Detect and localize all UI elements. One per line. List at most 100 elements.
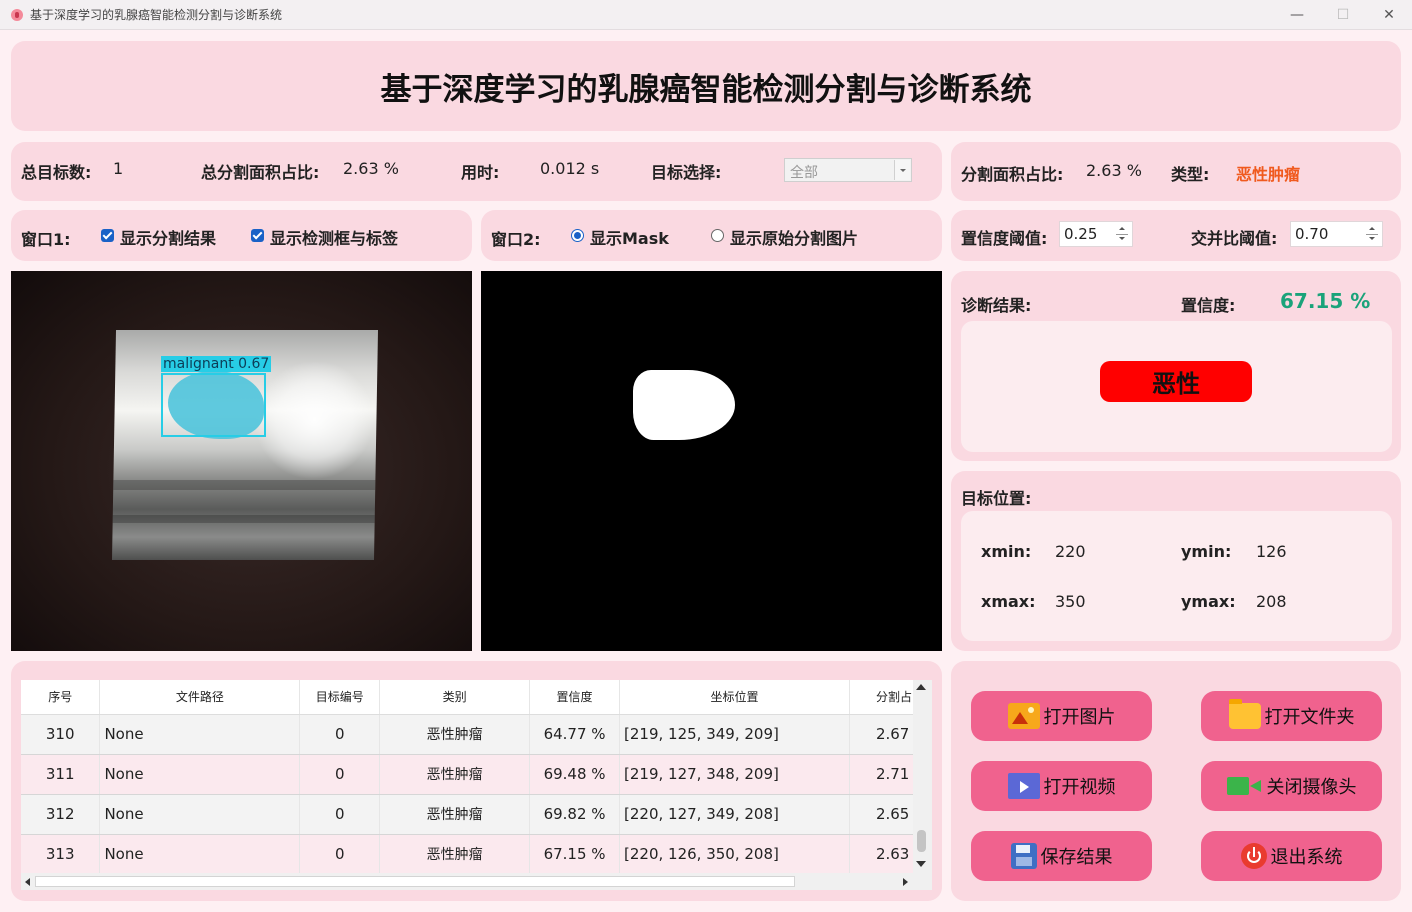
xmax-label: xmax:: [981, 592, 1036, 611]
seg-area-label: 分割面积占比:: [961, 165, 1064, 184]
cell-coords: [219, 127, 348, 209]: [619, 754, 850, 795]
scroll-down-icon[interactable]: [916, 861, 926, 867]
exit-button[interactable]: 退出系统: [1201, 831, 1382, 881]
cell-coords: [220, 127, 349, 208]: [619, 794, 850, 835]
mask-image-view: [481, 271, 942, 651]
open-folder-button[interactable]: 打开文件夹: [1201, 691, 1382, 741]
cell-confidence: 64.77 %: [529, 714, 621, 755]
scroll-thumb[interactable]: [917, 830, 926, 852]
table-vertical-scrollbar[interactable]: [913, 680, 932, 873]
scroll-up-icon[interactable]: [916, 684, 926, 690]
col-index[interactable]: 序号: [21, 680, 101, 715]
total-area-value: 2.63 %: [343, 159, 399, 178]
position-box: [961, 511, 1392, 641]
window-titlebar: 基于深度学习的乳腺癌智能检测分割与诊断系统 — ☐ ✕: [0, 0, 1412, 30]
seg-area-value: 2.63 %: [1086, 161, 1142, 180]
col-confidence[interactable]: 置信度: [529, 680, 621, 715]
save-results-button[interactable]: 保存结果: [971, 831, 1152, 881]
spin-arrows-icon[interactable]: [1364, 224, 1380, 244]
ymin-label: ymin:: [1181, 542, 1232, 561]
cell-target-id: 0: [299, 754, 381, 795]
save-results-label: 保存结果: [1040, 847, 1113, 868]
window1-label: 窗口1:: [21, 230, 71, 249]
table-header-row: 序号 文件路径 目标编号 类别 置信度 坐标位置 分割占比: [21, 680, 932, 715]
time-label: 用时:: [461, 163, 500, 182]
conf-threshold-spinbox[interactable]: 0.25: [1059, 221, 1133, 247]
cell-index: 313: [21, 834, 101, 875]
maximize-button[interactable]: ☐: [1320, 0, 1366, 30]
cell-target-id: 0: [299, 714, 381, 755]
ymax-label: ymax:: [1181, 592, 1236, 611]
show-original-radio[interactable]: [711, 229, 724, 242]
scroll-left-icon[interactable]: [25, 878, 30, 886]
total-targets-label: 总目标数:: [21, 163, 92, 182]
close-camera-button[interactable]: 关闭摄像头: [1201, 761, 1382, 811]
scroll-right-icon[interactable]: [903, 878, 908, 886]
close-camera-label: 关闭摄像头: [1266, 777, 1357, 798]
table-row[interactable]: 312 None 0 恶性肿瘤 69.82 % [220, 127, 349, …: [21, 794, 932, 835]
folder-icon: [1228, 699, 1261, 729]
image-icon: [1007, 703, 1040, 729]
cell-path: None: [99, 714, 301, 755]
iou-threshold-value: 0.70: [1295, 225, 1329, 243]
detection-image-view: malignant 0.67: [11, 271, 472, 651]
cell-path: None: [99, 834, 301, 875]
table-row[interactable]: 313 None 0 恶性肿瘤 67.15 % [220, 126, 350, …: [21, 834, 932, 875]
cell-confidence: 67.15 %: [529, 834, 621, 875]
total-area-label: 总分割面积占比:: [201, 163, 320, 182]
window2-label: 窗口2:: [491, 230, 541, 249]
cell-target-id: 0: [299, 834, 381, 875]
results-table[interactable]: 序号 文件路径 目标编号 类别 置信度 坐标位置 分割占比 310 None 0…: [21, 680, 932, 890]
power-icon: [1240, 843, 1267, 869]
cell-index: 310: [21, 714, 101, 755]
diagnosis-label: 诊断结果:: [961, 296, 1032, 315]
table-horizontal-scrollbar[interactable]: [21, 873, 932, 890]
target-select-label: 目标选择:: [651, 163, 722, 182]
detection-box: [161, 373, 266, 437]
page-title: 基于深度学习的乳腺癌智能检测分割与诊断系统: [11, 41, 1401, 131]
window1-options-panel: [11, 210, 472, 261]
show-original-label[interactable]: 显示原始分割图片: [730, 225, 858, 249]
show-seg-label[interactable]: 显示分割结果: [120, 225, 216, 249]
open-image-button[interactable]: 打开图片: [971, 691, 1152, 741]
scroll-thumb[interactable]: [35, 876, 795, 887]
table-row[interactable]: 311 None 0 恶性肿瘤 69.48 % [219, 127, 348, …: [21, 754, 932, 795]
show-mask-label[interactable]: 显示Mask: [590, 225, 669, 249]
open-folder-label: 打开文件夹: [1264, 707, 1355, 728]
diagnosis-result-badge: 恶性: [1100, 361, 1252, 402]
cell-path: None: [99, 754, 301, 795]
ymin-value: 126: [1256, 542, 1287, 561]
xmax-value: 350: [1055, 592, 1086, 611]
col-class[interactable]: 类别: [379, 680, 531, 715]
show-box-label[interactable]: 显示检测框与标签: [270, 225, 398, 249]
cell-confidence: 69.82 %: [529, 794, 621, 835]
diagnosis-conf-label: 置信度:: [1181, 296, 1236, 315]
exit-label: 退出系统: [1270, 847, 1343, 868]
show-box-checkbox[interactable]: [251, 229, 264, 242]
open-video-button[interactable]: 打开视频: [971, 761, 1152, 811]
detection-label: malignant 0.67: [161, 356, 272, 372]
target-select[interactable]: 全部: [784, 158, 912, 182]
cell-coords: [219, 125, 349, 209]: [619, 714, 850, 755]
open-video-label: 打开视频: [1043, 777, 1116, 798]
col-path[interactable]: 文件路径: [99, 680, 301, 715]
cell-class: 恶性肿瘤: [379, 794, 531, 835]
iou-threshold-spinbox[interactable]: 0.70: [1290, 221, 1383, 247]
show-seg-checkbox[interactable]: [101, 229, 114, 242]
conf-threshold-label: 置信度阈值:: [961, 229, 1048, 248]
cell-class: 恶性肿瘤: [379, 714, 531, 755]
chevron-down-icon[interactable]: [894, 160, 910, 180]
diagnosis-conf-value: 67.15 %: [1280, 289, 1371, 313]
col-coords[interactable]: 坐标位置: [619, 680, 850, 715]
time-value: 0.012 s: [540, 159, 600, 178]
position-label: 目标位置:: [961, 489, 1032, 508]
spin-arrows-icon[interactable]: [1114, 224, 1130, 244]
minimize-button[interactable]: —: [1274, 0, 1320, 30]
close-button[interactable]: ✕: [1366, 0, 1412, 30]
cell-class: 恶性肿瘤: [379, 754, 531, 795]
save-icon: [1010, 843, 1037, 869]
show-mask-radio[interactable]: [571, 229, 584, 242]
col-target-id[interactable]: 目标编号: [299, 680, 381, 715]
total-targets-value: 1: [113, 159, 124, 178]
table-row[interactable]: 310 None 0 恶性肿瘤 64.77 % [219, 125, 349, …: [21, 714, 932, 755]
